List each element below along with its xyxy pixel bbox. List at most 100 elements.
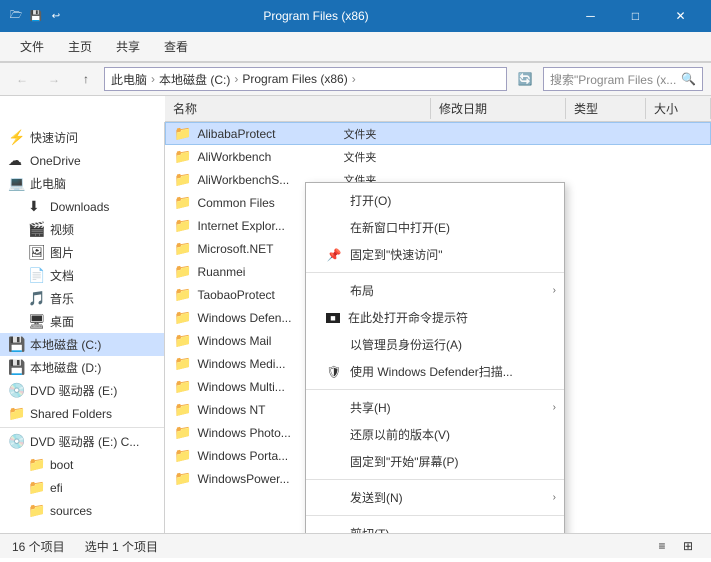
search-placeholder: 搜索"Program Files (x...: [550, 71, 677, 88]
search-box[interactable]: 搜索"Program Files (x... 🔍: [543, 67, 703, 91]
ctx-open[interactable]: 打开(O): [306, 187, 564, 214]
breadcrumb-sep1: ›: [151, 72, 155, 86]
back-button[interactable]: ←: [8, 67, 36, 91]
sidebar-item-dvd-e2[interactable]: 💿 DVD 驱动器 (E:) C...: [0, 430, 164, 453]
ctx-defender-label: 使用 Windows Defender扫描...: [350, 363, 513, 380]
sidebar-item-videos[interactable]: 🎬 视频: [0, 218, 164, 241]
file-item-aliworkbench[interactable]: 📁 AliWorkbench 文件夹: [165, 145, 711, 168]
tab-home[interactable]: 主页: [56, 32, 104, 61]
col-type[interactable]: 类型: [566, 98, 646, 119]
file-item-alibabaprotect[interactable]: 📁 AlibabaProtect 文件夹: [165, 122, 711, 145]
shared-icon: 📁: [8, 405, 26, 422]
folder-icon: 🗁: [8, 8, 24, 24]
tab-file[interactable]: 文件: [8, 32, 56, 61]
sidebar-label-desktop: 桌面: [50, 313, 74, 330]
tab-view[interactable]: 查看: [152, 32, 200, 61]
ctx-defender[interactable]: 🛡 使用 Windows Defender扫描...: [306, 358, 564, 385]
view-icons-button[interactable]: ⊞: [677, 536, 699, 556]
sidebar-item-desktop[interactable]: 🖥 桌面: [0, 310, 164, 333]
minimize-button[interactable]: ─: [568, 0, 613, 32]
folder-icon-ruanmei: 📁: [174, 263, 191, 280]
sidebar-item-downloads[interactable]: ⬇ Downloads: [0, 195, 164, 218]
ctx-sendto-arrow: ›: [553, 492, 556, 503]
sidebar-label-drive-d: 本地磁盘 (D:): [30, 359, 101, 376]
sidebar-label-quickaccess: 快速访问: [30, 129, 78, 146]
folder-icon-alibabaprotect: 📁: [174, 125, 191, 142]
ctx-pin-start[interactable]: 固定到"开始"屏幕(P): [306, 448, 564, 475]
status-item-count: 16 个项目: [12, 538, 65, 555]
ctx-admin[interactable]: 以管理员身份运行(A): [306, 331, 564, 358]
breadcrumb-c[interactable]: 本地磁盘 (C:): [159, 71, 230, 88]
sidebar-label-shared: Shared Folders: [30, 407, 112, 421]
sidebar-item-drive-c[interactable]: 💾 本地磁盘 (C:): [0, 333, 164, 356]
drive-c-icon: 💾: [8, 336, 26, 353]
ctx-cmd[interactable]: ■ 在此处打开命令提示符: [306, 304, 564, 331]
sidebar: ⚡ 快速访问 ☁ OneDrive 💻 此电脑 ⬇ Downloads 🎬 视频…: [0, 122, 165, 533]
ctx-pin[interactable]: 📌 固定到"快速访问": [306, 241, 564, 268]
ctx-layout[interactable]: 布局 ›: [306, 277, 564, 304]
title-bar-icons: 🗁 💾 ↩: [8, 8, 64, 24]
maximize-button[interactable]: □: [613, 0, 658, 32]
status-bar: 16 个项目 选中 1 个项目 ≡ ⊞: [0, 533, 711, 558]
sidebar-item-quickaccess[interactable]: ⚡ 快速访问: [0, 126, 164, 149]
col-name[interactable]: 名称: [165, 98, 431, 119]
ctx-cmd-label: 在此处打开命令提示符: [348, 309, 468, 326]
ctx-restore[interactable]: 还原以前的版本(V): [306, 421, 564, 448]
sidebar-label-efi: efi: [50, 481, 63, 495]
ctx-pin-icon: 📌: [326, 248, 342, 262]
pc-icon: 💻: [8, 175, 26, 192]
ctx-cut[interactable]: 剪切(T): [306, 520, 564, 533]
sidebar-item-shared[interactable]: 📁 Shared Folders: [0, 402, 164, 425]
search-icon[interactable]: 🔍: [681, 72, 696, 86]
ctx-share-label: 共享(H): [350, 399, 391, 416]
sidebar-item-music[interactable]: 🎵 音乐: [0, 287, 164, 310]
file-name-aliworkbench: AliWorkbench: [197, 150, 337, 164]
sidebar-item-dvd-e[interactable]: 💿 DVD 驱动器 (E:): [0, 379, 164, 402]
sidebar-item-drive-d[interactable]: 💾 本地磁盘 (D:): [0, 356, 164, 379]
dvd-e-icon: 💿: [8, 382, 26, 399]
ctx-sendto[interactable]: 发送到(N) ›: [306, 484, 564, 511]
col-size[interactable]: 大小: [646, 98, 711, 119]
sidebar-label-pc: 此电脑: [30, 175, 66, 192]
desktop-icon: 🖥: [28, 313, 46, 330]
ctx-pin-start-label: 固定到"开始"屏幕(P): [350, 453, 459, 470]
file-type-aliworkbench: 文件夹: [343, 149, 563, 165]
up-button[interactable]: ↑: [72, 67, 100, 91]
ctx-open-label: 打开(O): [350, 192, 391, 209]
folder-icon-windowsnt: 📁: [174, 401, 191, 418]
forward-button[interactable]: →: [40, 67, 68, 91]
sidebar-item-efi[interactable]: 📁 efi: [0, 476, 164, 499]
ctx-admin-label: 以管理员身份运行(A): [350, 336, 462, 353]
sidebar-label-boot: boot: [50, 458, 73, 472]
tab-share[interactable]: 共享: [104, 32, 152, 61]
main-layout: ⚡ 快速访问 ☁ OneDrive 💻 此电脑 ⬇ Downloads 🎬 视频…: [0, 122, 711, 533]
downloads-icon: ⬇: [28, 198, 46, 215]
dvd-e2-icon: 💿: [8, 433, 26, 450]
sidebar-item-pc[interactable]: 💻 此电脑: [0, 172, 164, 195]
breadcrumb-pc[interactable]: 此电脑: [111, 71, 147, 88]
sidebar-item-onedrive[interactable]: ☁ OneDrive: [0, 149, 164, 172]
ctx-sep1: [306, 272, 564, 273]
sidebar-item-sources[interactable]: 📁 sources: [0, 499, 164, 522]
view-details-button[interactable]: ≡: [651, 536, 673, 556]
ctx-restore-label: 还原以前的版本(V): [350, 426, 450, 443]
folder-icon-defender: 📁: [174, 309, 191, 326]
breadcrumb-current[interactable]: Program Files (x86): [242, 72, 347, 86]
sidebar-item-pictures[interactable]: 🖼 图片: [0, 241, 164, 264]
boot-icon: 📁: [28, 456, 46, 473]
ctx-open-new[interactable]: 在新窗口中打开(E): [306, 214, 564, 241]
close-button[interactable]: ✕: [658, 0, 703, 32]
refresh-button[interactable]: 🔄: [511, 67, 539, 91]
file-name-alibabaprotect: AlibabaProtect: [197, 127, 337, 141]
folder-icon-ie: 📁: [174, 217, 191, 234]
sidebar-item-boot[interactable]: 📁 boot: [0, 453, 164, 476]
col-date[interactable]: 修改日期: [431, 98, 566, 119]
sidebar-item-documents[interactable]: 📄 文档: [0, 264, 164, 287]
folder-icon-aliworkbenchs: 📁: [174, 171, 191, 188]
ctx-layout-arrow: ›: [553, 285, 556, 296]
sidebar-label-documents: 文档: [50, 267, 74, 284]
breadcrumb-bar[interactable]: 此电脑 › 本地磁盘 (C:) › Program Files (x86) ›: [104, 67, 507, 91]
drive-d-icon: 💾: [8, 359, 26, 376]
ctx-share[interactable]: 共享(H) ›: [306, 394, 564, 421]
save-icon: 💾: [28, 8, 44, 24]
